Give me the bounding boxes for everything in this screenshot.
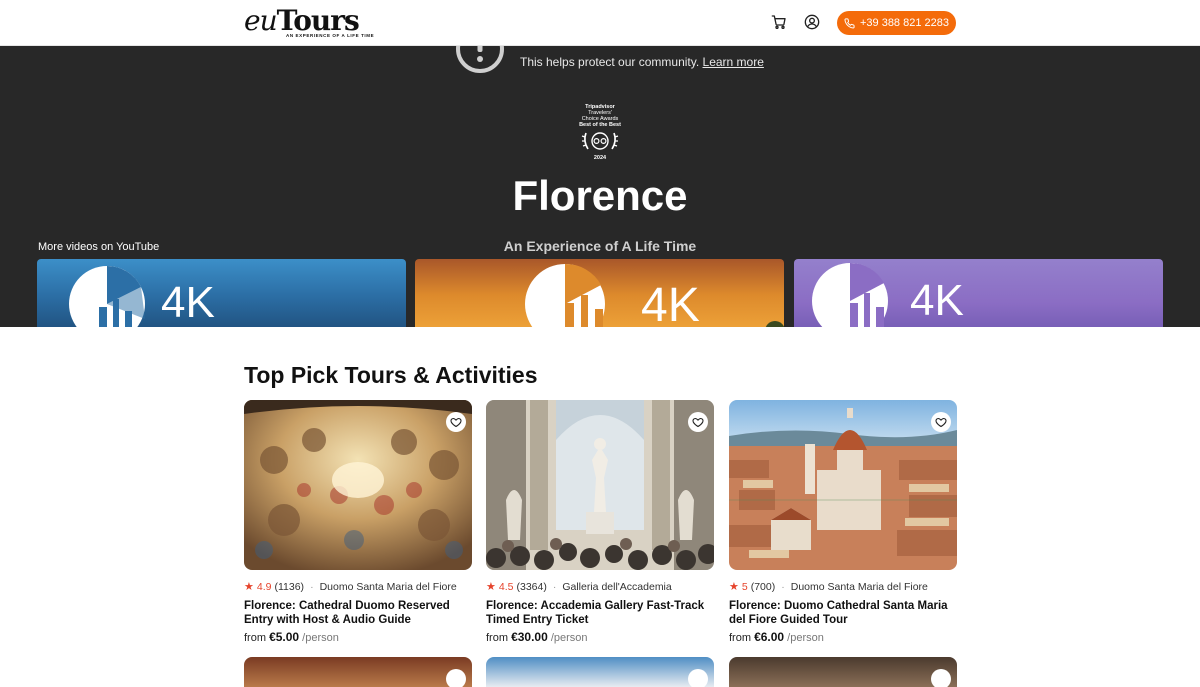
separator-dot: · bbox=[781, 580, 785, 593]
laurel-owl-icon bbox=[581, 132, 619, 150]
tour-title[interactable]: Florence: Accademia Gallery Fast-Track T… bbox=[486, 599, 714, 627]
logo-tagline: AN EXPERIENCE OF A LIFE TIME bbox=[286, 33, 375, 38]
alert-message: This helps protect our community. Learn … bbox=[520, 55, 764, 69]
tour-price: from €30.00 /person bbox=[486, 630, 588, 644]
wishlist-heart-icon[interactable] bbox=[688, 412, 708, 432]
tour-image[interactable] bbox=[244, 400, 472, 570]
hero-subtitle: An Experience of A Life Time bbox=[503, 238, 697, 254]
video-thumbnail[interactable]: 4K bbox=[794, 259, 1163, 327]
tour-location: Galleria dell'Accademia bbox=[562, 580, 672, 593]
alert-circle-icon bbox=[456, 46, 504, 73]
eutours-logo[interactable]: euTours AN EXPERIENCE OF A LIFE TIME bbox=[244, 4, 375, 40]
tour-image[interactable] bbox=[729, 400, 957, 570]
review-count: (700) bbox=[750, 580, 776, 593]
tour-location: Duomo Santa Maria del Fiore bbox=[790, 580, 928, 593]
review-count: (3364) bbox=[516, 580, 547, 593]
tour-image[interactable] bbox=[486, 400, 714, 570]
video-thumbnail[interactable]: 4K bbox=[415, 259, 784, 327]
tour-card-partial[interactable] bbox=[729, 657, 957, 687]
separator-dot: · bbox=[552, 580, 557, 593]
tour-location: Duomo Santa Maria del Fiore bbox=[319, 580, 457, 593]
section-title: Top Pick Tours & Activities bbox=[244, 362, 538, 388]
phone-call-button[interactable]: +39 388 821 2283 bbox=[837, 11, 956, 35]
phone-icon bbox=[844, 17, 855, 29]
4k-channel-logo-icon: 4K bbox=[525, 263, 784, 327]
wishlist-heart-icon[interactable] bbox=[446, 412, 466, 432]
rating-value: 5 bbox=[741, 580, 748, 593]
rating-value: 4.9 bbox=[256, 580, 272, 593]
tour-rating-row: ★ 4.5 (3364) · Galleria dell'Accademia bbox=[486, 580, 714, 594]
svg-text:4K: 4K bbox=[641, 279, 700, 327]
tour-price: from €5.00 /person bbox=[244, 630, 339, 644]
tour-card-partial[interactable] bbox=[486, 657, 714, 687]
svg-text:4K: 4K bbox=[910, 276, 964, 325]
wishlist-heart-icon[interactable] bbox=[931, 669, 951, 687]
star-icon: ★ bbox=[486, 581, 496, 593]
review-count: (1136) bbox=[274, 580, 305, 593]
4k-channel-logo-icon: 4K bbox=[69, 266, 215, 327]
tour-title[interactable]: Florence: Duomo Cathedral Santa Maria de… bbox=[729, 599, 957, 627]
tour-card-partial[interactable] bbox=[244, 657, 472, 687]
tour-card[interactable]: ★ 5 (700) · Duomo Santa Maria del Fiore … bbox=[729, 400, 957, 644]
tour-rating-row: ★ 5 (700) · Duomo Santa Maria del Fiore bbox=[729, 580, 957, 594]
tour-card[interactable]: ★ 4.5 (3364) · Galleria dell'Accademia F… bbox=[486, 400, 714, 644]
david-statue-gallery-image bbox=[486, 400, 714, 570]
separator-dot: · bbox=[310, 580, 314, 593]
wishlist-heart-icon[interactable] bbox=[446, 669, 466, 687]
learn-more-link[interactable]: Learn more bbox=[703, 55, 764, 69]
wishlist-heart-icon[interactable] bbox=[931, 412, 951, 432]
star-icon: ★ bbox=[729, 581, 739, 593]
user-account-icon[interactable] bbox=[804, 14, 820, 30]
4k-channel-logo-icon: 4K bbox=[812, 262, 964, 327]
video-thumbnail[interactable]: 4K bbox=[37, 259, 406, 327]
tour-price: from €6.00 /person bbox=[729, 630, 824, 644]
svg-text:4K: 4K bbox=[161, 278, 215, 327]
rating-value: 4.5 bbox=[498, 580, 514, 593]
duomo-aerial-image bbox=[729, 400, 957, 570]
wishlist-heart-icon[interactable] bbox=[688, 669, 708, 687]
more-videos-youtube-link[interactable]: More videos on YouTube bbox=[38, 241, 159, 253]
hero-video-section: This helps protect our community. Learn … bbox=[0, 46, 1200, 327]
tour-rating-row: ★ 4.9 (1136) · Duomo Santa Maria del Fio… bbox=[244, 580, 472, 594]
tour-card[interactable]: ★ 4.9 (1136) · Duomo Santa Maria del Fio… bbox=[244, 400, 472, 644]
star-icon: ★ bbox=[244, 581, 254, 593]
city-title: Florence bbox=[512, 172, 688, 219]
fresco-dome-image bbox=[244, 400, 472, 570]
tour-title[interactable]: Florence: Cathedral Duomo Reserved Entry… bbox=[244, 599, 472, 627]
tripadvisor-award-badge: Tripadvisor Travelers' Choice Awards Bes… bbox=[579, 104, 621, 161]
site-header: euTours AN EXPERIENCE OF A LIFE TIME +39… bbox=[0, 0, 1200, 46]
cart-icon[interactable] bbox=[771, 14, 787, 30]
phone-number: +39 388 821 2283 bbox=[859, 17, 949, 29]
